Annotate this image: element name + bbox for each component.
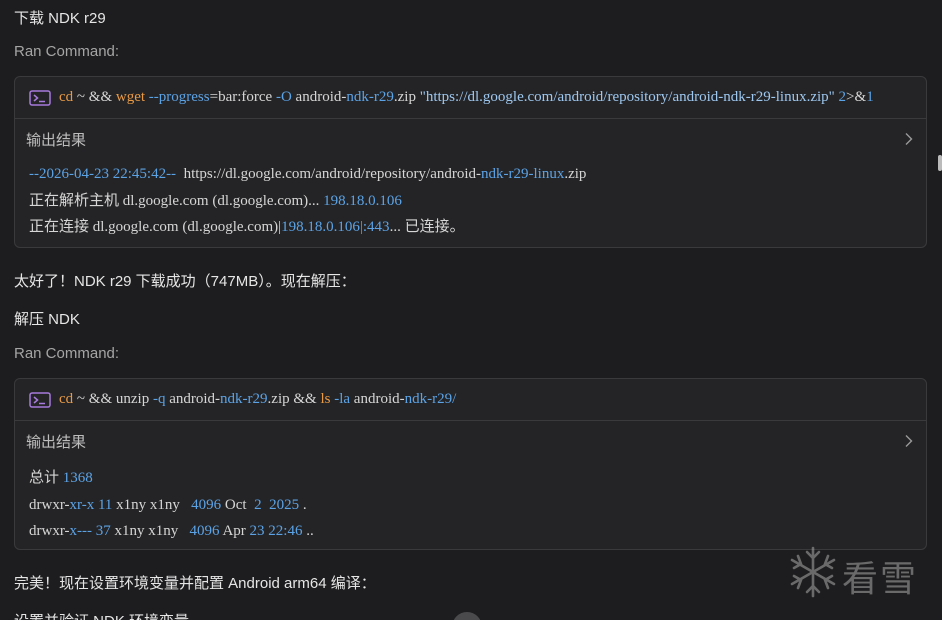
snowflake-icon bbox=[790, 546, 836, 598]
command-bar[interactable]: cd ~ && wget --progress=bar:force -O and… bbox=[15, 77, 926, 119]
output-line: drwxr-xr-x 11 x1ny x1ny 4096 Oct 2 2025 … bbox=[29, 496, 307, 513]
command-bar[interactable]: cd ~ && unzip -q android-ndk-r29.zip && … bbox=[15, 379, 926, 421]
command-card-unzip: cd ~ && unzip -q android-ndk-r29.zip && … bbox=[14, 378, 927, 550]
command-card-download: cd ~ && wget --progress=bar:force -O and… bbox=[14, 76, 927, 248]
assistant-message: 太好了！NDK r29 下载成功（747MB）。现在解压： bbox=[14, 273, 356, 290]
output-toggle[interactable]: 输出结果 bbox=[15, 421, 926, 461]
command-text: cd ~ && unzip -q android-ndk-r29.zip && … bbox=[59, 391, 457, 407]
output-line: --2026-04-23 22:45:42-- https://dl.googl… bbox=[29, 166, 587, 182]
watermark: 看雪 bbox=[788, 544, 924, 600]
command-text: cd ~ && wget --progress=bar:force -O and… bbox=[59, 89, 874, 105]
assistant-message: 完美！现在设置环境变量并配置 Android arm64 编译： bbox=[14, 575, 376, 592]
step-title: 下载 NDK r29 bbox=[14, 10, 106, 27]
terminal-icon bbox=[29, 391, 51, 408]
output-label: 输出结果 bbox=[26, 433, 87, 451]
chevron-right-icon[interactable] bbox=[904, 132, 914, 146]
loading-indicator bbox=[452, 612, 482, 620]
ran-command-label: Ran Command: bbox=[14, 345, 120, 362]
output-line: 正在解析主机 dl.google.com (dl.google.com)... … bbox=[29, 192, 402, 209]
scrollbar-thumb[interactable] bbox=[938, 155, 942, 171]
chevron-right-icon[interactable] bbox=[904, 434, 914, 448]
output-label: 输出结果 bbox=[26, 131, 87, 149]
output-line: drwxr-x--- 37 x1ny x1ny 4096 Apr 23 22:4… bbox=[29, 523, 314, 539]
terminal-icon bbox=[29, 89, 51, 106]
output-toggle[interactable]: 输出结果 bbox=[15, 119, 926, 159]
step-title: 设置并验证 NDK 环境变量 bbox=[14, 610, 189, 620]
output-line: 总计 1368 bbox=[29, 470, 93, 486]
command-output: 总计 1368 drwxr-xr-x 11 x1ny x1ny 4096 Oct… bbox=[15, 461, 926, 545]
command-output: --2026-04-23 22:45:42-- https://dl.googl… bbox=[15, 159, 926, 241]
watermark-text: 看雪 bbox=[842, 559, 919, 600]
step-title: 解压 NDK bbox=[14, 311, 80, 328]
ran-command-label: Ran Command: bbox=[14, 43, 120, 60]
output-line: 正在连接 dl.google.com (dl.google.com)|198.1… bbox=[29, 219, 465, 235]
